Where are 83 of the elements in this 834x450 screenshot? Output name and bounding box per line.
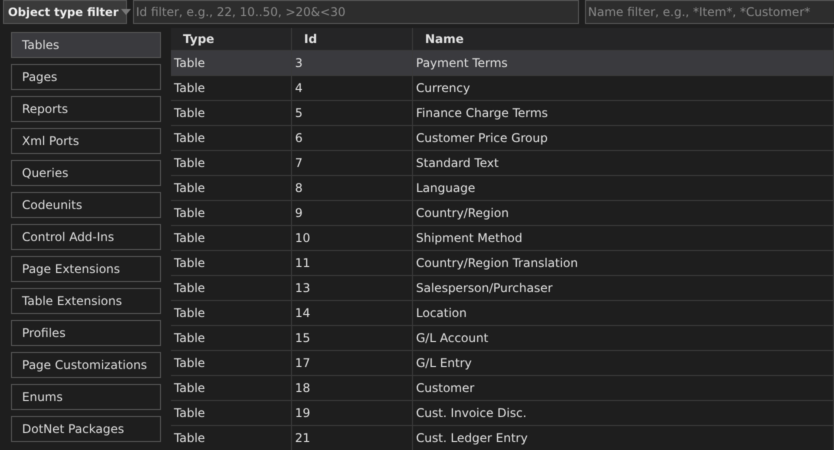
table-row[interactable]: Table 19 Cust. Invoice Disc. (171, 401, 834, 426)
column-header[interactable]: Name (413, 28, 834, 50)
sidebar-item[interactable]: DotNet Packages (11, 416, 161, 442)
table-cell: 4 (292, 76, 413, 100)
table-row[interactable]: Table 13 Salesperson/Purchaser (171, 276, 834, 301)
sidebar-item[interactable]: Xml Ports (11, 128, 161, 154)
table-cell: 18 (292, 376, 413, 400)
table-row[interactable]: Table 18 Customer (171, 376, 834, 401)
table-cell: Customer (413, 376, 834, 400)
table-cell: 10 (292, 226, 413, 250)
table-cell: 13 (292, 276, 413, 300)
caret-icon (120, 9, 131, 15)
table-cell: Table (171, 151, 292, 175)
table-cell: Language (413, 176, 834, 200)
table-row[interactable]: Table 3 Payment Terms (171, 51, 834, 76)
table-cell: 14 (292, 301, 413, 325)
table-cell: Table (171, 101, 292, 125)
table-row[interactable]: Table 14 Location (171, 301, 834, 326)
sidebar-item[interactable]: Page Extensions (11, 256, 161, 282)
sidebar-item[interactable]: Table Extensions (11, 288, 161, 314)
table-cell: 9 (292, 201, 413, 225)
sidebar-item[interactable]: Page Customizations (11, 352, 161, 378)
table-cell: 17 (292, 351, 413, 375)
table-cell: Table (171, 401, 292, 425)
table-cell: Table (171, 301, 292, 325)
table-row[interactable]: Table 8 Language (171, 176, 834, 201)
table-row[interactable]: Table 15 G/L Account (171, 326, 834, 351)
table-cell: 7 (292, 151, 413, 175)
table-row[interactable]: Table 10 Shipment Method (171, 226, 834, 251)
sidebar-item[interactable]: Enums (11, 384, 161, 410)
table-cell: Table (171, 426, 292, 450)
table-cell: Table (171, 276, 292, 300)
table-cell: 15 (292, 326, 413, 350)
table-cell: Table (171, 351, 292, 375)
table-cell: Country/Region Translation (413, 251, 834, 275)
table-cell: 8 (292, 176, 413, 200)
sidebar-item[interactable]: Profiles (11, 320, 161, 346)
table-cell: Standard Text (413, 151, 834, 175)
sidebar-item[interactable]: Codeunits (11, 192, 161, 218)
table-cell: Currency (413, 76, 834, 100)
table-cell: Table (171, 126, 292, 150)
table-row[interactable]: Table 9 Country/Region (171, 201, 834, 226)
column-header[interactable]: Type (171, 28, 292, 50)
sidebar-item[interactable]: Reports (11, 96, 161, 122)
table-cell: Table (171, 251, 292, 275)
table-cell: Cust. Invoice Disc. (413, 401, 834, 425)
sidebar-item[interactable]: Tables (11, 32, 161, 58)
table-cell: 3 (292, 51, 413, 75)
sidebar-item[interactable]: Pages (11, 64, 161, 90)
table-cell: G/L Entry (413, 351, 834, 375)
column-header[interactable]: Id (292, 28, 413, 50)
table-cell: Table (171, 226, 292, 250)
table-cell: 19 (292, 401, 413, 425)
sidebar-item[interactable]: Control Add-Ins (11, 224, 161, 250)
table-cell: 5 (292, 101, 413, 125)
table-cell: Salesperson/Purchaser (413, 276, 834, 300)
table-row[interactable]: Table 4 Currency (171, 76, 834, 101)
sidebar-item[interactable]: Queries (11, 160, 161, 186)
table-cell: Table (171, 51, 292, 75)
table-row[interactable]: Table 6 Customer Price Group (171, 126, 834, 151)
table-row[interactable]: Table 5 Finance Charge Terms (171, 101, 834, 126)
table-cell: G/L Account (413, 326, 834, 350)
table-cell: Cust. Ledger Entry (413, 426, 834, 450)
table-cell: Table (171, 376, 292, 400)
id-filter-field[interactable]: Id filter, e.g., 22, 10..50, >20&<30 (133, 0, 579, 24)
table-cell: Table (171, 326, 292, 350)
table-row[interactable]: Table 17 G/L Entry (171, 351, 834, 376)
table-cell: 11 (292, 251, 413, 275)
table-cell: Customer Price Group (413, 126, 834, 150)
table-cell: Table (171, 201, 292, 225)
table-cell: 6 (292, 126, 413, 150)
table-cell: Shipment Method (413, 226, 834, 250)
name-filter-field[interactable]: Name filter, e.g., *Item*, *Customer* (585, 0, 834, 24)
table-row[interactable]: Table 7 Standard Text (171, 151, 834, 176)
table-cell: Location (413, 301, 834, 325)
table-cell: Finance Charge Terms (413, 101, 834, 125)
table-cell: Payment Terms (413, 51, 834, 75)
table-cell: Country/Region (413, 201, 834, 225)
table-cell: Table (171, 76, 292, 100)
table-cell: Table (171, 176, 292, 200)
table-cell: 21 (292, 426, 413, 450)
table-row[interactable]: Table 11 Country/Region Translation (171, 251, 834, 276)
table-row[interactable]: Table 21 Cust. Ledger Entry (171, 426, 834, 450)
